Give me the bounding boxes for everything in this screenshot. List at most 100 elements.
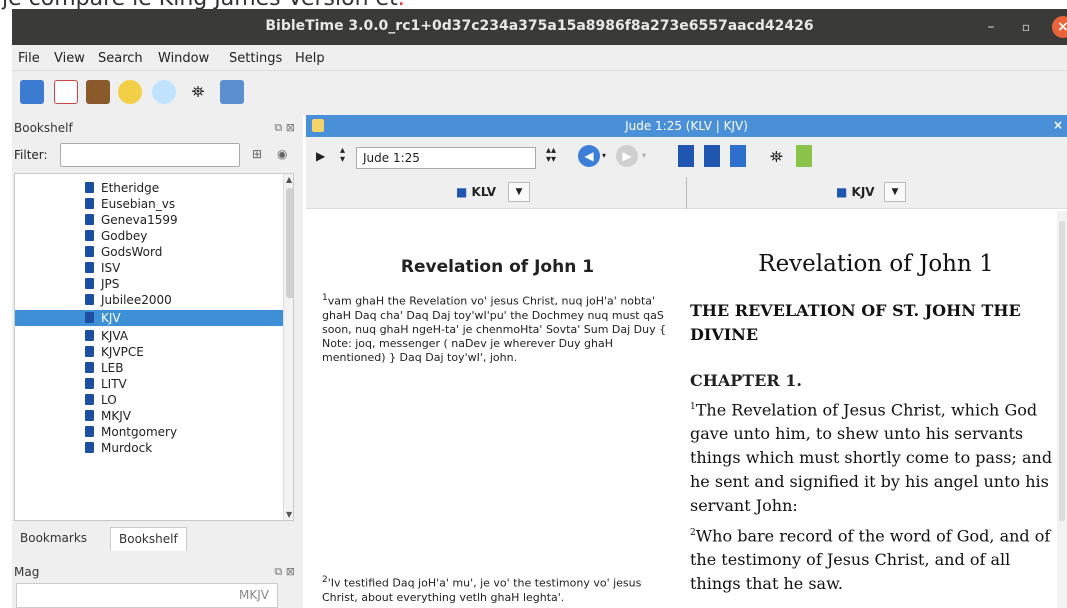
window-titlebar: BibleTime 3.0.0_rc1+0d37c234a375a15a8986… [12,9,1067,45]
bookshelf-scrollbar[interactable]: ▲ ▼ [283,174,293,520]
bible-select-icon[interactable] [678,145,694,167]
minimize-button[interactable]: – [980,16,1002,38]
book-icon[interactable] [86,80,110,104]
module-klv[interactable]: ■ KLV [456,185,496,199]
back-menu-icon[interactable]: ▾ [602,151,606,160]
list-item[interactable]: Etheridge [15,180,283,196]
display-scroll-thumb[interactable] [1059,221,1065,521]
list-item[interactable]: GodsWord [15,244,283,260]
module-klv-dropdown[interactable]: ▼ [508,182,530,202]
list-item[interactable]: Montgomery [15,424,283,440]
book-icon [85,378,94,389]
window-title: BibleTime 3.0.0_rc1+0d37c234a375a15a8986… [265,18,814,34]
list-item[interactable]: ISV [15,260,283,276]
kjv-pane: Revelation of John 1 THE REVELATION OF S… [690,211,1062,608]
kjv-subheading: THE REVELATION OF ST. JOHN THE DIVINE [690,301,1021,344]
mag-dock-buttons[interactable]: ⧉ ⊠ [274,565,295,579]
mag-module: MKJV [239,588,269,602]
book-icon [85,182,94,193]
menu-help[interactable]: Help [295,51,325,66]
play-icon[interactable]: ▶ [316,149,325,163]
bookshelf-icon[interactable] [20,80,44,104]
menu-window[interactable]: Window [158,51,209,66]
list-item[interactable]: MKJV [15,408,283,424]
back-icon[interactable]: ◀ [578,145,600,167]
binoculars-icon[interactable]: ⛯ [186,80,210,104]
list-item[interactable]: JPS [15,276,283,292]
book-icon [85,294,94,305]
menu-file[interactable]: File [18,51,40,66]
display-window-title: Jude 1:25 (KLV | KJV) [625,119,748,133]
scroll-thumb[interactable] [286,188,293,298]
main-toolbar: ⛯ [12,71,1067,115]
lexicon-select-icon[interactable] [730,145,746,167]
list-item-selected[interactable]: KJV [15,310,283,326]
module-kjv[interactable]: ■ KJV [836,185,875,199]
tab-bookshelf[interactable]: Bookshelf [110,527,187,551]
book-icon [85,262,94,273]
mag-box: MKJV [16,583,278,608]
commentary-select-icon[interactable] [704,145,720,167]
book-icon [85,330,94,341]
menu-search[interactable]: Search [98,51,143,66]
grouping-icon[interactable]: ⊞ [252,147,262,161]
parallel-display-icon[interactable] [796,145,812,167]
tab-bookmarks[interactable]: Bookmarks [12,527,95,551]
bible-icon[interactable] [54,80,78,104]
forward-menu-icon[interactable]: ▾ [642,151,646,160]
list-item[interactable]: Godbey [15,228,283,244]
book-icon [85,346,94,357]
book-icon [85,312,94,323]
display-toolbar: ▶ ▴ ▾ Jude 1:25 ▴▴ ▾▾ ◀ ▾ ▶ ▾ ⛯ [306,137,1067,177]
list-item[interactable]: Jubilee2000 [15,292,283,308]
filter-row: Filter: ⊞ ◉ [12,141,303,169]
note-icon[interactable] [220,80,244,104]
forward-icon[interactable]: ▶ [616,145,638,167]
filter-input[interactable] [60,143,240,167]
menu-settings[interactable]: Settings [229,51,282,66]
list-item[interactable]: KJVPCE [15,344,283,360]
scroll-down-icon[interactable]: ▼ [286,510,292,519]
menu-view[interactable]: View [54,51,85,66]
show-hidden-icon[interactable]: ◉ [277,147,287,161]
close-button[interactable]: × [1052,16,1067,38]
book-icon [85,230,94,241]
list-item[interactable]: KJVA [15,328,283,344]
display-scrollbar[interactable] [1057,211,1067,608]
scroll-up-icon[interactable]: ▲ [286,175,292,184]
list-item[interactable]: Murdock [15,440,283,456]
list-item[interactable]: Geneva1599 [15,212,283,228]
book-icon [85,214,94,225]
column-divider [686,177,687,209]
search-text-icon[interactable]: ⛯ [770,147,783,167]
book-icon [85,362,94,373]
kjv-chapter: CHAPTER 1. [690,371,802,390]
list-item[interactable]: LITV [15,376,283,392]
spin-icon[interactable]: ▴ ▾ [340,146,345,165]
list-item[interactable]: Eusebian_vs [15,196,283,212]
menubar: File View Search Window Settings Help [12,45,1067,71]
top-caption: je compare le King James Version et. [0,0,405,11]
list-item[interactable]: LO [15,392,283,408]
list-item[interactable]: LEB [15,360,283,376]
kjv-heading: Revelation of John 1 [758,251,994,277]
maximize-button[interactable]: ▫ [1015,16,1037,38]
klv-pane: Revelation of John 1 1vam ghaH the Revel… [308,211,687,608]
kjv-verse-1: 1The Revelation of Jesus Christ, which G… [690,400,1053,516]
dock-buttons[interactable]: ⧉ ⊠ [274,121,295,135]
reference-input[interactable]: Jude 1:25 [356,147,536,169]
book-icon [85,246,94,257]
book-spin-icon[interactable]: ▴▴ ▾▾ [546,146,556,165]
left-tabs: Bookmarks Bookshelf [12,525,303,551]
display-close-icon[interactable]: × [1053,118,1063,132]
book-icon [85,394,94,405]
klv-verse-2: 2'Iv testified Daq joH'a' mu', je vo' th… [322,575,642,604]
book-icon [85,442,94,453]
book-icon [85,410,94,421]
module-kjv-dropdown[interactable]: ▼ [884,182,906,202]
search-icon[interactable] [152,80,176,104]
book-icon [85,426,94,437]
book-icon [85,198,94,209]
bookmark-icon[interactable] [118,80,142,104]
bookshelf-dock-title: Bookshelf ⧉ ⊠ [14,121,295,135]
